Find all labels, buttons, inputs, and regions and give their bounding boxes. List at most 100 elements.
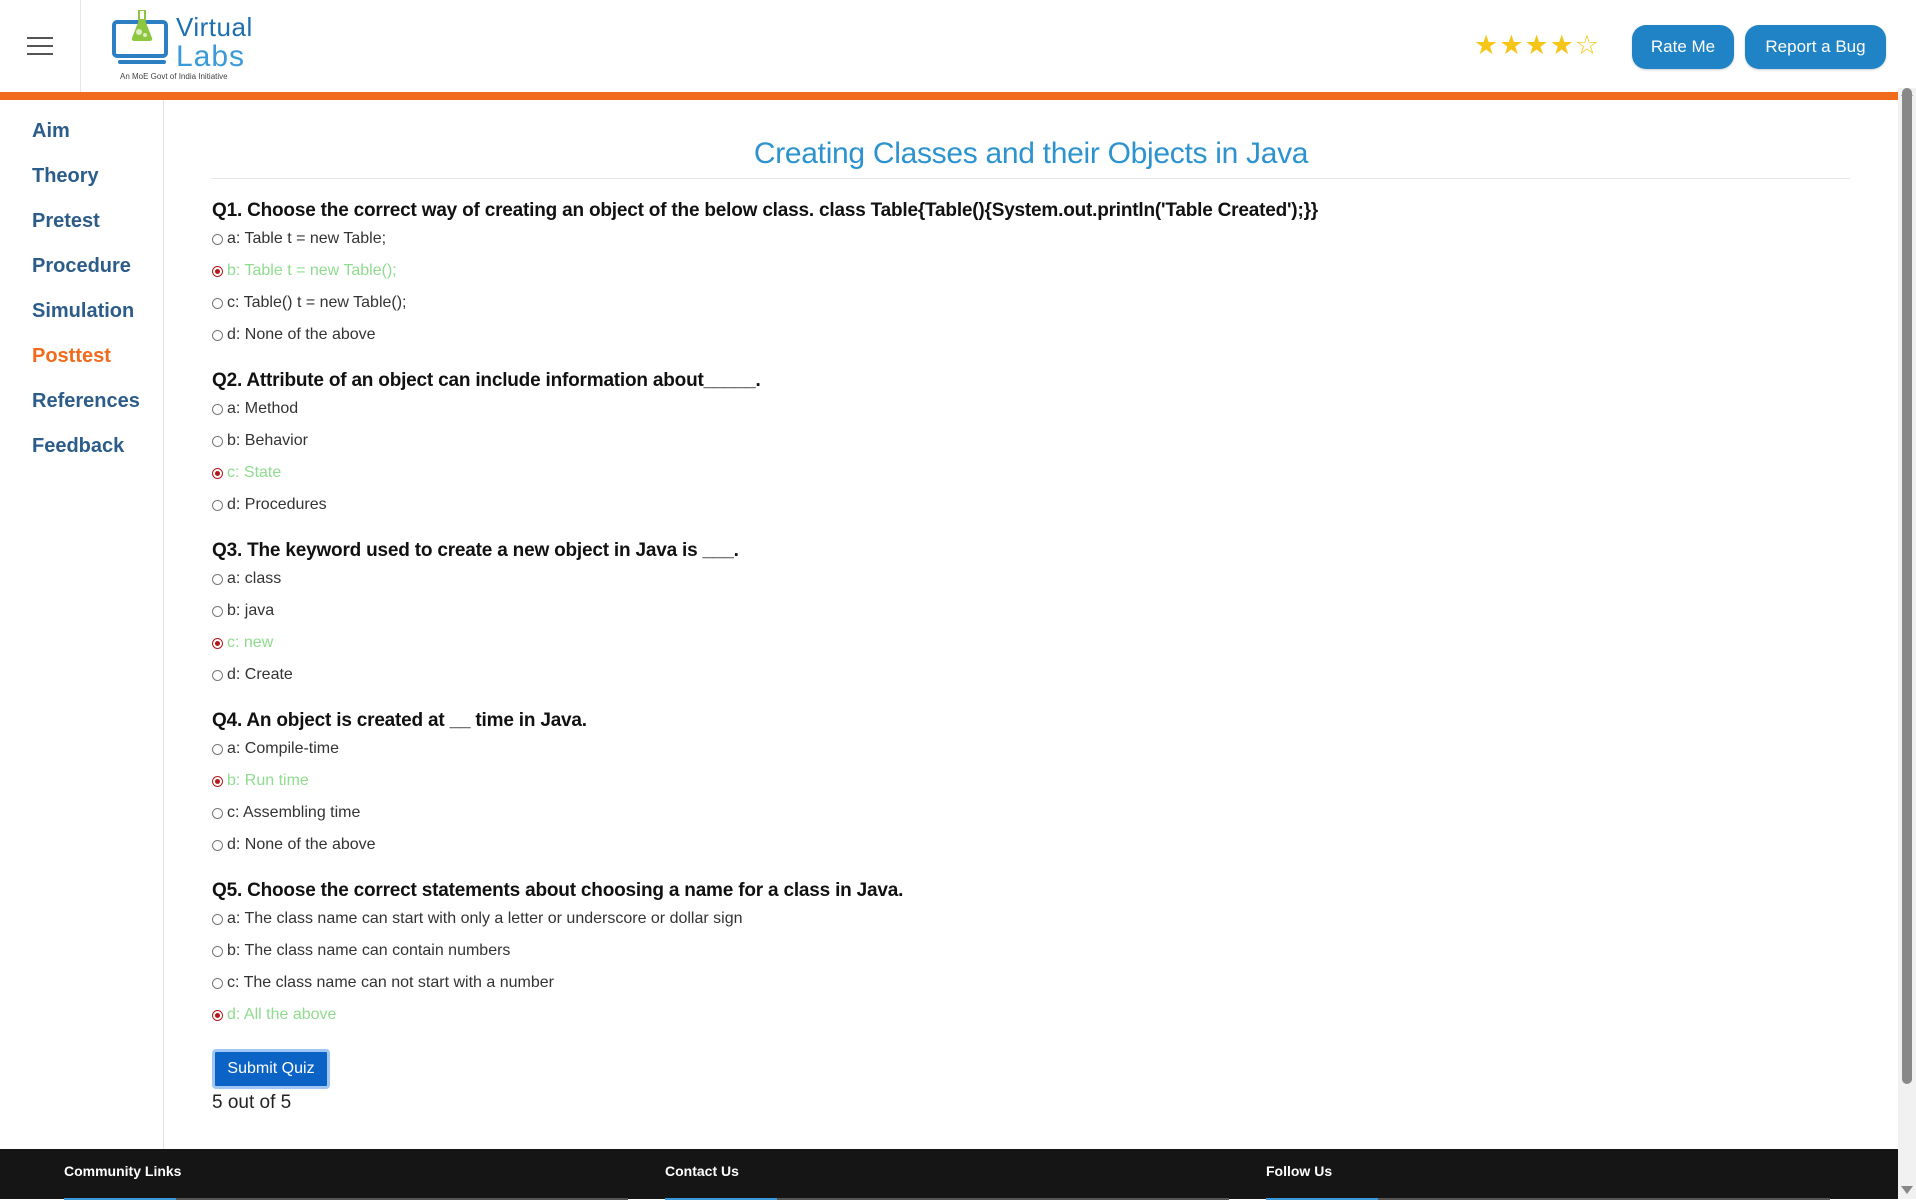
radio-button[interactable]: [212, 945, 223, 957]
answer-option[interactable]: b: Table t = new Table();: [212, 255, 1850, 287]
question-text: Q4. An object is created at __ time in J…: [212, 710, 587, 731]
radio-button[interactable]: [212, 913, 223, 925]
question-text: Q3. The keyword used to create a new obj…: [212, 540, 739, 561]
radio-button[interactable]: [212, 637, 223, 649]
star-filled-icon[interactable]: ★: [1499, 32, 1523, 59]
question-text: Q1. Choose the correct way of creating a…: [212, 200, 1318, 221]
footer-heading: Community Links: [64, 1163, 182, 1179]
option-label: a: Table t = new Table;: [227, 230, 387, 247]
option-label: d: None of the above: [227, 836, 376, 853]
question-2: Q2. Attribute of an object can include i…: [212, 369, 1850, 521]
radio-button[interactable]: [212, 977, 223, 989]
answer-option[interactable]: c: State: [212, 457, 1850, 489]
hamburger-icon: [27, 37, 53, 55]
answer-option[interactable]: a: Method: [212, 393, 1850, 425]
answer-option[interactable]: a: Table t = new Table;: [212, 223, 1850, 255]
question-text: Q5. Choose the correct statements about …: [212, 880, 904, 901]
answer-option[interactable]: b: The class name can contain numbers: [212, 935, 1850, 967]
star-filled-icon[interactable]: ★: [1524, 32, 1548, 59]
radio-button[interactable]: [212, 743, 223, 755]
option-label: a: Method: [227, 400, 299, 417]
answer-option[interactable]: a: class: [212, 563, 1850, 595]
page-scrollbar[interactable]: [1898, 88, 1916, 1199]
option-label: b: Run time: [227, 772, 309, 789]
radio-button[interactable]: [212, 435, 223, 447]
radio-button[interactable]: [212, 573, 223, 585]
answer-option[interactable]: d: None of the above: [212, 829, 1850, 861]
radio-button[interactable]: [212, 669, 223, 681]
rating-stars[interactable]: ★ ★ ★ ★ ☆: [1474, 32, 1599, 59]
virtual-labs-logo[interactable]: Virtual Labs An MoE Govt of India Initia…: [112, 8, 272, 86]
star-filled-icon[interactable]: ★: [1550, 32, 1574, 59]
star-filled-icon[interactable]: ★: [1474, 32, 1498, 59]
submit-quiz-button[interactable]: Submit Quiz: [212, 1049, 330, 1089]
logo-word-virtual: Virtual: [176, 12, 253, 42]
scrollbar-thumb[interactable]: [1902, 88, 1912, 1084]
radio-button[interactable]: [212, 467, 223, 479]
report-bug-button[interactable]: Report a Bug: [1745, 25, 1886, 69]
answer-option[interactable]: d: Procedures: [212, 489, 1850, 521]
main-content: Creating Classes and their Objects in Ja…: [212, 100, 1850, 1115]
menu-button[interactable]: [0, 0, 81, 93]
rate-me-button[interactable]: Rate Me: [1632, 25, 1734, 69]
option-label: b: The class name can contain numbers: [227, 942, 511, 959]
radio-button[interactable]: [212, 1009, 223, 1021]
sidebar-item-posttest[interactable]: Posttest: [32, 341, 163, 386]
radio-button[interactable]: [212, 839, 223, 851]
radio-button[interactable]: [212, 775, 223, 787]
radio-button[interactable]: [212, 403, 223, 415]
star-empty-icon[interactable]: ☆: [1575, 32, 1599, 59]
answer-option[interactable]: b: Behavior: [212, 425, 1850, 457]
option-label: a: The class name can start with only a …: [227, 910, 743, 927]
sidebar-item-references[interactable]: References: [32, 386, 163, 431]
option-label: a: Compile-time: [227, 740, 340, 757]
quiz-score: 5 out of 5: [212, 1092, 292, 1113]
question-3: Q3. The keyword used to create a new obj…: [212, 539, 1850, 691]
option-label: c: new: [227, 634, 274, 651]
answer-option[interactable]: d: Create: [212, 659, 1850, 691]
page-title: Creating Classes and their Objects in Ja…: [753, 137, 1309, 170]
option-label: b: Behavior: [227, 432, 308, 449]
scroll-up-arrow-icon[interactable]: [1901, 88, 1913, 96]
footer-heading: Follow Us: [1266, 1163, 1333, 1179]
sidebar-item-aim[interactable]: Aim: [32, 116, 163, 161]
answer-option[interactable]: a: The class name can start with only a …: [212, 903, 1850, 935]
answer-option[interactable]: d: All the above: [212, 999, 1850, 1031]
radio-button[interactable]: [212, 329, 223, 341]
option-label: c: Table() t = new Table();: [227, 294, 407, 311]
question-1: Q1. Choose the correct way of creating a…: [212, 199, 1850, 351]
header-accent-bar: [0, 92, 1898, 100]
option-label: d: Procedures: [227, 496, 327, 513]
top-header: Virtual Labs An MoE Govt of India Initia…: [0, 0, 1898, 93]
option-label: d: Create: [227, 666, 293, 683]
answer-option[interactable]: c: Table() t = new Table();: [212, 287, 1850, 319]
answer-option[interactable]: c: The class name can not start with a n…: [212, 967, 1850, 999]
answer-option[interactable]: b: Run time: [212, 765, 1850, 797]
question-5: Q5. Choose the correct statements about …: [212, 879, 1850, 1031]
scroll-down-arrow-icon[interactable]: [1901, 1186, 1913, 1194]
sidebar-item-feedback[interactable]: Feedback: [32, 431, 163, 476]
sidebar-nav: Aim Theory Pretest Procedure Simulation Postt…: [0, 100, 164, 1149]
flask-icon: [131, 10, 153, 41]
sidebar-item-pretest[interactable]: Pretest: [32, 206, 163, 251]
radio-button[interactable]: [212, 605, 223, 617]
radio-button[interactable]: [212, 297, 223, 309]
radio-button[interactable]: [212, 807, 223, 819]
radio-button[interactable]: [212, 499, 223, 511]
answer-option[interactable]: c: new: [212, 627, 1850, 659]
footer: Community Links Contact Us Follow Us: [0, 1149, 1898, 1200]
option-label: d: All the above: [227, 1006, 337, 1023]
answer-option[interactable]: d: None of the above: [212, 319, 1850, 351]
radio-button[interactable]: [212, 265, 223, 277]
answer-option[interactable]: b: java: [212, 595, 1850, 627]
sidebar-item-procedure[interactable]: Procedure: [32, 251, 163, 296]
option-label: c: Assembling time: [227, 804, 361, 821]
answer-option[interactable]: c: Assembling time: [212, 797, 1850, 829]
sidebar-item-simulation[interactable]: Simulation: [32, 296, 163, 341]
question-4: Q4. An object is created at __ time in J…: [212, 709, 1850, 861]
radio-button[interactable]: [212, 233, 223, 245]
quiz-questions: Q1. Choose the correct way of creating a…: [212, 199, 1850, 1031]
answer-option[interactable]: a: Compile-time: [212, 733, 1850, 765]
sidebar-item-theory[interactable]: Theory: [32, 161, 163, 206]
option-label: b: java: [227, 602, 275, 619]
